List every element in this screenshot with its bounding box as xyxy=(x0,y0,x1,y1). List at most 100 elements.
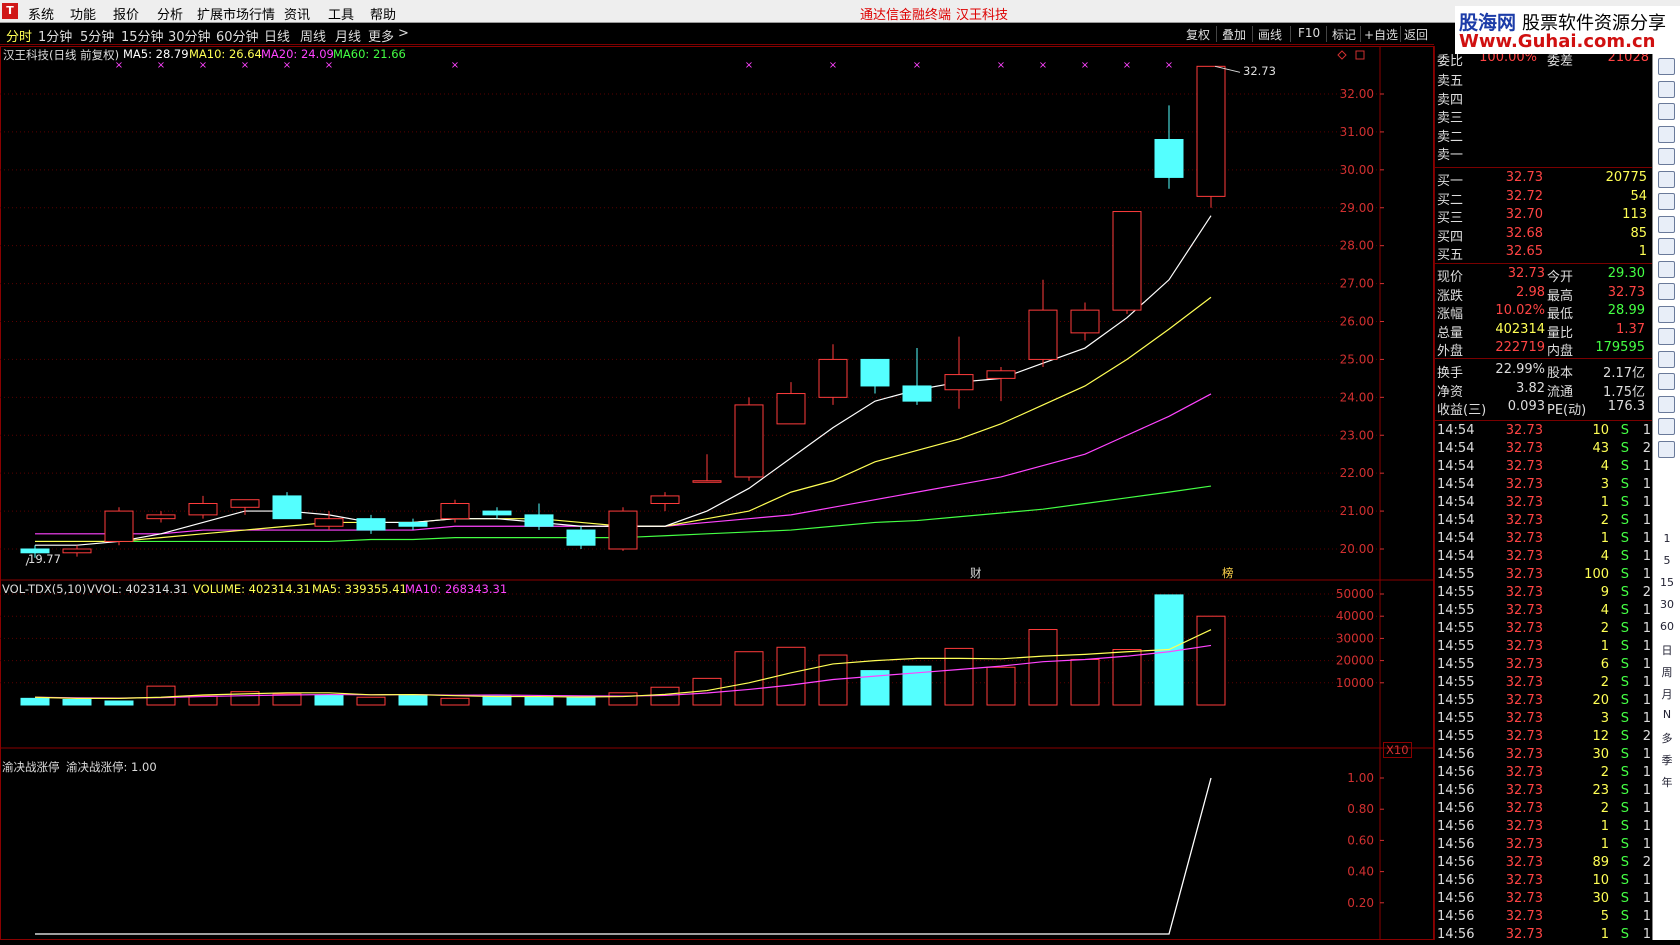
sidebar-period-11[interactable]: 年 xyxy=(1653,774,1680,790)
tick-side: S xyxy=(1620,513,1629,528)
window-icon[interactable] xyxy=(1658,440,1675,458)
menu-news[interactable]: 资讯 xyxy=(284,4,310,23)
menu-function[interactable]: 功能 xyxy=(70,4,96,23)
tab-monthly[interactable]: 月线 xyxy=(335,26,361,45)
tick-row: 14:54 32.73 43 S 2 xyxy=(1435,441,1653,459)
sidebar-period-8[interactable]: N xyxy=(1653,708,1680,721)
tab-15min[interactable]: 15分钟 xyxy=(121,26,164,45)
stat-value: 179595 xyxy=(1595,340,1645,356)
move-icon[interactable] xyxy=(1658,373,1675,390)
zoom-icon[interactable] xyxy=(1658,283,1675,300)
menu-bar: T 系统 功能 报价 分析 扩展市场行情 资讯 工具 帮助 通达信金融终端 汉王… xyxy=(0,0,1680,23)
tick-count: 1 xyxy=(1642,765,1651,780)
candle xyxy=(1028,279,1058,367)
menu-help[interactable]: 帮助 xyxy=(370,4,396,23)
sidebar-period-7[interactable]: 月 xyxy=(1653,686,1680,702)
tick-time: 14:54 xyxy=(1437,495,1475,510)
settings-icon[interactable] xyxy=(1658,305,1675,323)
f5-icon[interactable] xyxy=(1658,418,1675,435)
watermark-brand: 股海网 股票软件资源分享 Www.Guhai.com.cn xyxy=(1455,6,1680,54)
event-marker-x: × xyxy=(241,60,249,71)
tick-volume: 2 xyxy=(1600,675,1609,690)
restore-rights-button[interactable]: 复权 xyxy=(1186,26,1210,43)
tick-count: 1 xyxy=(1642,639,1651,654)
tick-row: 14:55 32.73 20 S 1 xyxy=(1435,693,1653,711)
menu-system[interactable]: 系统 xyxy=(28,4,54,23)
kline-icon[interactable] xyxy=(1658,148,1675,165)
f2-icon[interactable] xyxy=(1658,260,1675,278)
sidebar-period-1[interactable]: 5 xyxy=(1653,554,1680,567)
f10-icon[interactable] xyxy=(1658,193,1675,210)
orderbook-divider xyxy=(1435,263,1653,264)
sidebar-period-9[interactable]: 多 xyxy=(1653,730,1680,746)
tick-count: 1 xyxy=(1642,549,1651,564)
tick-volume: 4 xyxy=(1600,459,1609,474)
tick-count: 1 xyxy=(1642,531,1651,546)
tick-side: S xyxy=(1620,603,1629,618)
tick-time: 14:55 xyxy=(1437,603,1475,618)
tick-side: S xyxy=(1620,819,1629,834)
tab-60min[interactable]: 60分钟 xyxy=(216,26,259,45)
tab-more[interactable]: 更多 xyxy=(368,26,394,45)
sidebar-period-3[interactable]: 30 xyxy=(1653,598,1680,611)
tab-weekly[interactable]: 周线 xyxy=(300,26,326,45)
tab-30min[interactable]: 30分钟 xyxy=(168,26,211,45)
grid-icon[interactable] xyxy=(1658,103,1675,120)
quote-icon[interactable] xyxy=(1658,80,1675,98)
f10-button[interactable]: F10 xyxy=(1298,26,1320,40)
tick-count: 1 xyxy=(1642,747,1651,762)
app-logo-icon[interactable]: T xyxy=(2,3,18,19)
tab-5min[interactable]: 5分钟 xyxy=(80,26,114,45)
tick-side: S xyxy=(1620,531,1629,546)
tick-side: S xyxy=(1620,675,1629,690)
sidebar-period-2[interactable]: 15 xyxy=(1653,576,1680,589)
list-icon[interactable] xyxy=(1658,170,1675,188)
tick-row: 14:54 32.73 4 S 1 xyxy=(1435,549,1653,567)
event-marker-x: × xyxy=(1123,60,1131,71)
stat-label: 换手 xyxy=(1437,366,1464,381)
tab-1min[interactable]: 1分钟 xyxy=(38,26,72,45)
rsi-icon[interactable] xyxy=(1658,328,1675,345)
tab-daily[interactable]: 日线 xyxy=(264,26,290,45)
sidebar-period-4[interactable]: 60 xyxy=(1653,620,1680,633)
line-chart-icon[interactable] xyxy=(1658,125,1675,143)
cycle-icon[interactable] xyxy=(1658,350,1675,368)
finance-marker[interactable]: 财 xyxy=(970,565,982,581)
add-favorite-button[interactable]: +自选 xyxy=(1364,26,1398,43)
menu-analysis[interactable]: 分析 xyxy=(157,4,183,23)
stat-value: 32.73 xyxy=(1507,266,1545,281)
volume-tick-label: 10000 xyxy=(1336,676,1374,690)
overlay-button[interactable]: 叠加 xyxy=(1222,26,1246,43)
mark-button[interactable]: 标记 xyxy=(1332,26,1356,43)
menu-tools[interactable]: 工具 xyxy=(328,4,354,23)
event-marker-x: × xyxy=(913,60,921,71)
candle-body xyxy=(902,385,932,402)
tick-price: 32.73 xyxy=(1505,711,1543,726)
tick-volume: 4 xyxy=(1600,549,1609,564)
tick-time: 14:56 xyxy=(1437,837,1475,852)
stat-value: 10.02% xyxy=(1495,303,1545,319)
sidebar-period-5[interactable]: 日 xyxy=(1653,642,1680,658)
menu-quote[interactable]: 报价 xyxy=(113,4,139,23)
buy-level-volume: 113 xyxy=(1622,207,1647,222)
menu-ext-market[interactable]: 扩展市场行情 xyxy=(197,4,275,23)
tick-volume: 3 xyxy=(1600,477,1609,492)
calc-icon[interactable] xyxy=(1658,238,1675,255)
sidebar-period-10[interactable]: 季 xyxy=(1653,752,1680,768)
tick-row: 14:54 32.73 2 S 1 xyxy=(1435,513,1653,531)
candle xyxy=(398,518,428,531)
sidebar-period-6[interactable]: 周 xyxy=(1653,664,1680,680)
more-chevron-icon[interactable]: > xyxy=(398,26,409,41)
kline-chart-area[interactable]: 32.00 31.00 30.00 29.00 28.00 27.00 26.00 25.00… xyxy=(0,46,1434,940)
news-icon[interactable] xyxy=(1658,215,1675,233)
pen-icon[interactable] xyxy=(1658,395,1675,413)
back-button[interactable]: 返回 xyxy=(1404,26,1428,43)
sidebar-period-0[interactable]: 1 xyxy=(1653,532,1680,545)
tab-intraday[interactable]: 分时 xyxy=(6,26,32,45)
draw-line-button[interactable]: 画线 xyxy=(1258,26,1282,43)
tick-count: 1 xyxy=(1642,675,1651,690)
dragon-tiger-marker[interactable]: 榜 xyxy=(1222,565,1234,581)
arrow-down-icon[interactable] xyxy=(1658,58,1675,75)
tick-price: 32.73 xyxy=(1505,477,1543,492)
price-tick-label: 29.00 xyxy=(1340,201,1374,215)
